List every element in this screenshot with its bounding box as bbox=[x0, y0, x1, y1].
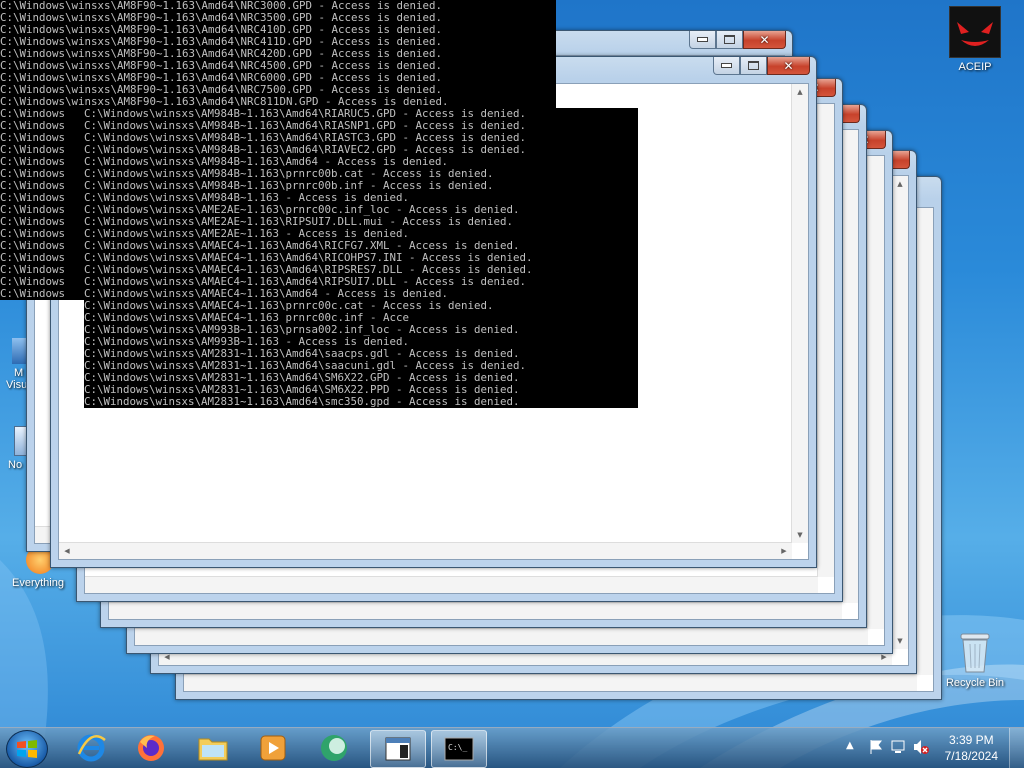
close-button[interactable]: ✕ bbox=[743, 31, 786, 49]
volume-muted-icon[interactable] bbox=[912, 739, 930, 755]
vertical-scrollbar[interactable]: ▲ ▼ bbox=[791, 84, 808, 543]
taskbar-command-prompt[interactable]: C:\_ bbox=[431, 730, 487, 768]
horizontal-scrollbar[interactable]: ◀ ▶ bbox=[59, 542, 792, 559]
caption-buttons: ✕ bbox=[689, 31, 786, 49]
minimize-icon bbox=[697, 37, 708, 42]
taskbar-app-globe[interactable] bbox=[308, 730, 362, 766]
close-icon: ✕ bbox=[783, 58, 794, 73]
svg-text:C:\_: C:\_ bbox=[448, 743, 467, 752]
desktop-icon-aceip[interactable]: ACEIP bbox=[939, 6, 1011, 73]
scroll-up-arrow-icon[interactable]: ▲ bbox=[892, 176, 908, 192]
taskbar-file-explorer[interactable] bbox=[186, 730, 240, 766]
folder-icon bbox=[198, 738, 228, 761]
minimize-button[interactable] bbox=[689, 31, 716, 49]
close-button[interactable]: ✕ bbox=[767, 57, 810, 75]
clock[interactable]: 3:39 PM 7/18/2024 bbox=[945, 732, 998, 764]
scroll-left-arrow-icon[interactable]: ◀ bbox=[59, 543, 75, 559]
console-output-main: C:\Windows\winsxs\AM984B~1.163\Amd64\RIA… bbox=[84, 108, 638, 408]
vertical-scrollbar[interactable] bbox=[916, 208, 933, 675]
maximize-button[interactable] bbox=[716, 31, 743, 49]
start-button[interactable] bbox=[6, 730, 48, 768]
minimize-button[interactable] bbox=[713, 57, 740, 75]
window-app-icon bbox=[385, 737, 411, 761]
console-line: C:\Windows\winsxs\AM2831~1.163\Amd64\smc… bbox=[84, 395, 520, 408]
globe-app-icon bbox=[321, 735, 347, 761]
taskbar-firefox[interactable] bbox=[124, 730, 178, 766]
taskbar-media-player[interactable] bbox=[246, 730, 300, 766]
maximize-icon bbox=[724, 35, 735, 44]
windows-logo-icon bbox=[17, 740, 37, 758]
action-center-flag-icon[interactable] bbox=[868, 739, 884, 755]
scroll-right-arrow-icon[interactable]: ▶ bbox=[776, 543, 792, 559]
vertical-scrollbar[interactable] bbox=[841, 130, 858, 603]
console-output-top: C:\Windows\winsxs\AM8F90~1.163\Amd64\NRC… bbox=[0, 0, 556, 108]
caption-buttons: ✕ bbox=[713, 57, 810, 75]
taskbar-internet-explorer[interactable] bbox=[64, 730, 118, 766]
scroll-down-arrow-icon[interactable]: ▼ bbox=[792, 527, 808, 543]
aceip-icon bbox=[949, 6, 1001, 58]
console-line: C:\Windows bbox=[0, 287, 66, 300]
horizontal-scrollbar[interactable] bbox=[109, 602, 842, 619]
scroll-down-arrow-icon[interactable]: ▼ bbox=[892, 633, 908, 649]
horizontal-scrollbar[interactable] bbox=[85, 576, 818, 593]
maximize-icon bbox=[748, 61, 759, 70]
horizontal-scrollbar[interactable] bbox=[184, 674, 917, 691]
taskbar: C:\_ ▲ 3:39 PM 7/18/2024 bbox=[0, 727, 1024, 768]
network-icon[interactable] bbox=[890, 739, 906, 755]
vertical-scrollbar[interactable] bbox=[867, 156, 884, 629]
show-desktop-button[interactable] bbox=[1009, 728, 1024, 768]
command-prompt-icon: C:\_ bbox=[444, 737, 474, 761]
vertical-scrollbar[interactable] bbox=[817, 104, 834, 577]
horizontal-scrollbar[interactable] bbox=[135, 628, 868, 645]
close-icon: ✕ bbox=[759, 32, 770, 47]
console-line: C:\Windows\winsxs\AM8F90~1.163\Amd64\NRC… bbox=[0, 95, 449, 108]
internet-explorer-icon bbox=[77, 734, 106, 762]
clock-date: 7/18/2024 bbox=[944, 749, 998, 763]
minimize-icon bbox=[721, 63, 732, 68]
show-hidden-icons-icon[interactable]: ▲ bbox=[846, 740, 854, 751]
desktop-icon-label: ACEIP bbox=[958, 61, 992, 73]
desktop-icon-label: Recycle Bin bbox=[945, 677, 1005, 689]
vertical-scrollbar[interactable]: ▲ ▼ bbox=[891, 176, 908, 649]
system-tray: ▲ 3:39 PM 7/18/2024 bbox=[834, 728, 1024, 768]
taskbar-window-app[interactable] bbox=[370, 730, 426, 768]
maximize-button[interactable] bbox=[740, 57, 767, 75]
desktop-icon-recycle-bin[interactable]: Recycle Bin bbox=[939, 630, 1011, 689]
media-player-icon bbox=[260, 735, 286, 761]
scroll-up-arrow-icon[interactable]: ▲ bbox=[792, 84, 808, 100]
firefox-icon bbox=[138, 735, 164, 761]
clock-time: 3:39 PM bbox=[948, 733, 994, 747]
console-output-clipped: C:\Windows C:\Windows C:\Windows C:\Windows… bbox=[0, 108, 86, 300]
recycle-bin-icon bbox=[958, 630, 992, 674]
desktop-icon-label: Everything bbox=[12, 577, 64, 589]
